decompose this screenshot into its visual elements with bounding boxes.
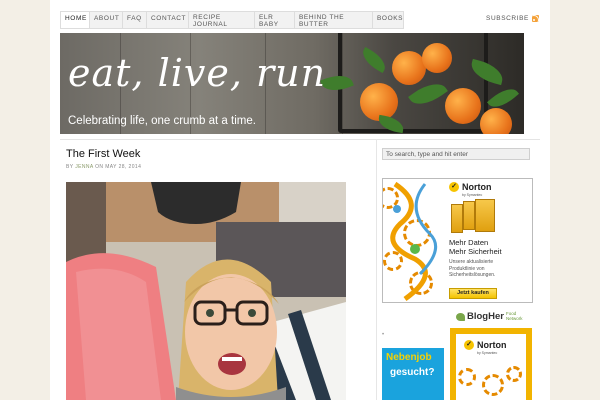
nav-item-recipe-journal[interactable]: RECIPE JOURNAL [188, 11, 254, 29]
norton-brand-sub: by Symantec [462, 193, 483, 197]
main-nav: HOME ABOUT FAQ CONTACT RECIPE JOURNAL EL… [60, 11, 404, 29]
orange [422, 43, 452, 73]
norton-brand: Norton [462, 182, 492, 192]
separator-dot: • [382, 332, 385, 338]
rss-icon [532, 15, 539, 22]
norton-logo: ✓ Norton [449, 182, 492, 192]
gear-graphic [506, 366, 522, 382]
subscribe-label: SUBSCRIBE [486, 15, 529, 22]
circuit-graphic [390, 181, 438, 302]
blogher-logo: BlogHer [467, 311, 504, 322]
nav-item-books[interactable]: BOOKS [372, 11, 404, 29]
subscribe-link[interactable]: SUBSCRIBE [486, 15, 539, 22]
nav-item-elr-baby[interactable]: ELR BABY [254, 11, 294, 29]
orange [392, 51, 426, 85]
nav-item-about[interactable]: ABOUT [89, 11, 122, 29]
site-tagline: Celebrating life, one crumb at a time. [68, 115, 256, 127]
page-container: HOME ABOUT FAQ CONTACT RECIPE JOURNAL EL… [50, 0, 550, 400]
search-input[interactable]: To search, type and hit enter [382, 148, 530, 160]
blogher-sub: Food Network [505, 311, 523, 321]
meta-prefix: by [66, 164, 74, 170]
post-author-link[interactable]: JENNA [75, 164, 93, 170]
check-icon: ✓ [449, 182, 459, 192]
nav-item-behind-the-butter[interactable]: BEHIND THE BUTTER [294, 11, 372, 29]
meta-mid: on [95, 164, 104, 170]
blogher-badge[interactable]: BlogHer Food Network [456, 311, 522, 322]
post-photo[interactable] [66, 182, 346, 400]
norton-ad-small[interactable]: ✓ Norton by Symantec [450, 328, 532, 400]
check-icon: ✓ [464, 340, 474, 350]
selfie-illustration [66, 182, 346, 400]
header-divider [60, 139, 540, 140]
nav-item-faq[interactable]: FAQ [122, 11, 146, 29]
orange [445, 88, 481, 124]
norton-brand: Norton [477, 340, 507, 350]
site-title: eat, live, run [68, 51, 327, 95]
ad-body-line: Unsere aktualisierte [449, 259, 494, 265]
orange [480, 108, 512, 134]
ad-headline: Mehr Daten Mehr Sicherheit [449, 238, 502, 257]
ad-body: Unsere aktualisierte Produktlinie von Si… [449, 259, 495, 279]
nav-item-contact[interactable]: CONTACT [146, 11, 188, 29]
gear-graphic [482, 374, 504, 396]
norton-logo: ✓ Norton [464, 340, 507, 350]
norton-ad-banner[interactable]: ✓ Norton by Symantec Mehr Daten Mehr Sic… [382, 178, 533, 303]
post-date: MAY 28, 2014 [105, 164, 142, 170]
norton-brand-sub: by Symantec [477, 351, 498, 355]
ad-headline-line: Mehr Daten [449, 238, 489, 247]
leaf-icon [456, 312, 465, 321]
ad2-line2: gesucht? [390, 367, 435, 378]
product-box [475, 199, 495, 232]
product-box [463, 201, 475, 230]
post-title[interactable]: The First Week [66, 148, 140, 160]
buy-now-button[interactable]: Jetzt kaufen [449, 288, 497, 299]
sidebar-divider [376, 139, 377, 400]
ad3-inner: ✓ Norton by Symantec [456, 334, 526, 400]
gear-graphic [458, 368, 476, 386]
blogher-sub-line: Network [505, 315, 523, 321]
ad-body-line: Sicherheitslösungen. [449, 272, 496, 278]
nebenjob-ad[interactable]: Nebenjob gesucht? [382, 348, 444, 400]
ad2-line1: Nebenjob [386, 352, 432, 363]
product-box [451, 204, 463, 233]
header-banner[interactable]: eat, live, run Celebrating life, one cru… [60, 33, 524, 134]
ad-headline-line: Mehr Sicherheit [449, 247, 502, 257]
post-meta: by JENNA on MAY 28, 2014 [66, 164, 141, 170]
nav-item-home[interactable]: HOME [60, 11, 89, 29]
